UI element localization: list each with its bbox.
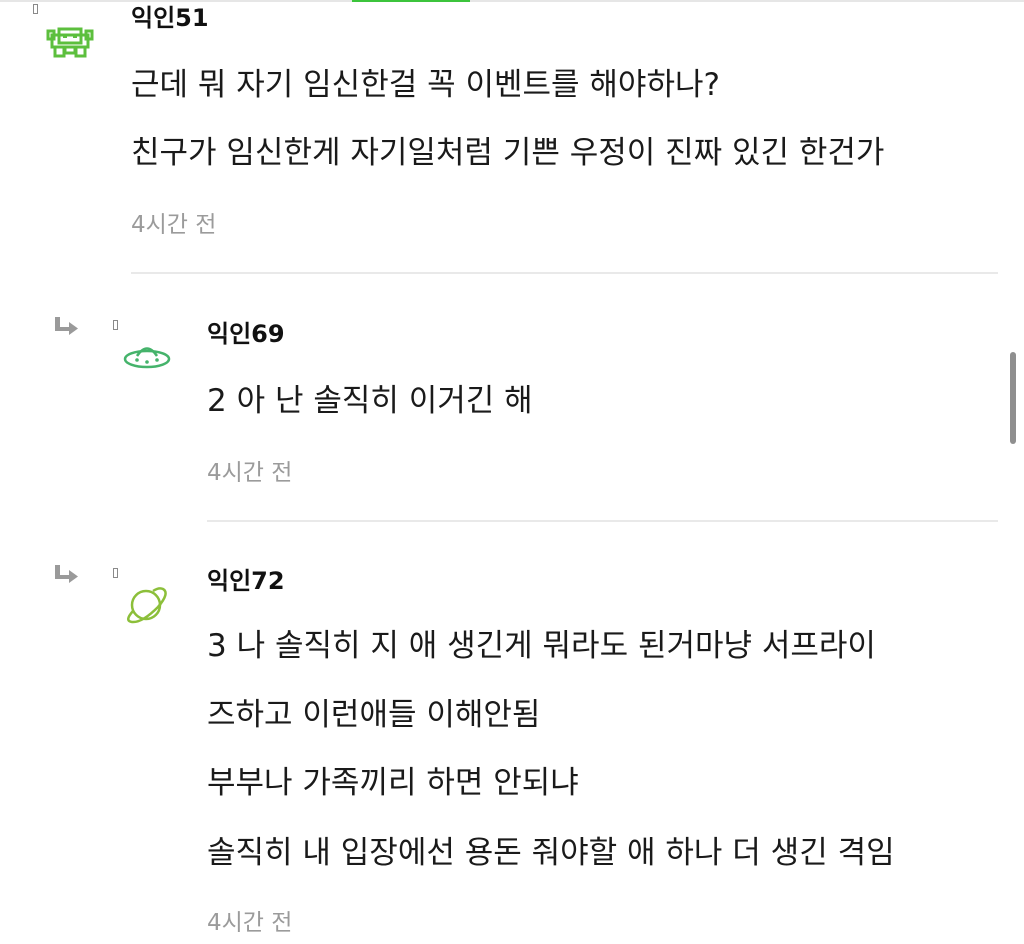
reply-arrow-icon bbox=[55, 315, 81, 337]
ufo-icon bbox=[123, 337, 171, 385]
comment-author[interactable]: 익인69 bbox=[207, 319, 285, 349]
comment-marker bbox=[113, 568, 118, 578]
comment-author[interactable]: 익인51 bbox=[131, 3, 209, 33]
comment-item: 익인51 근데 뭐 자기 임신한걸 꼭 이벤트를 해야하나? 친구가 임신한게 … bbox=[0, 0, 1024, 275]
reply-item: 익인72 3 나 솔직히 지 애 생긴게 뭐라도 된거마냥 서프라이 즈하고 이… bbox=[0, 523, 1024, 944]
comment-divider bbox=[207, 520, 998, 522]
comment-text-line: 솔직히 내 입장에선 용돈 줘야할 애 하나 더 생긴 격임 bbox=[207, 835, 895, 871]
planet-icon bbox=[122, 581, 170, 629]
comment-text-line: 근데 뭐 자기 임신한걸 꼭 이벤트를 해야하나? bbox=[131, 67, 720, 103]
comment-text-line: 부부나 가족끼리 하면 안되냐 bbox=[207, 765, 579, 801]
comment-divider bbox=[131, 272, 998, 274]
comment-timestamp: 4시간 전 bbox=[207, 460, 293, 486]
comment-text-line: 즈하고 이런애들 이해안됨 bbox=[207, 697, 541, 733]
comment-marker bbox=[33, 4, 38, 14]
comment-text-line: 3 나 솔직히 지 애 생긴게 뭐라도 된거마냥 서프라이 bbox=[207, 628, 876, 664]
comment-timestamp: 4시간 전 bbox=[131, 212, 217, 238]
scrollbar-thumb[interactable] bbox=[1010, 352, 1016, 444]
comment-author[interactable]: 익인72 bbox=[207, 566, 285, 596]
comment-text-line: 2 아 난 솔직히 이거긴 해 bbox=[207, 383, 533, 419]
reply-item: 익인69 2 아 난 솔직히 이거긴 해 4시간 전 bbox=[0, 275, 1024, 523]
comment-timestamp: 4시간 전 bbox=[207, 910, 293, 936]
comment-marker bbox=[113, 320, 118, 330]
space-invader-icon bbox=[46, 20, 94, 68]
reply-arrow-icon bbox=[55, 563, 81, 585]
comment-text-line: 친구가 임신한게 자기일처럼 기쁜 우정이 진짜 있긴 한건가 bbox=[131, 135, 885, 171]
